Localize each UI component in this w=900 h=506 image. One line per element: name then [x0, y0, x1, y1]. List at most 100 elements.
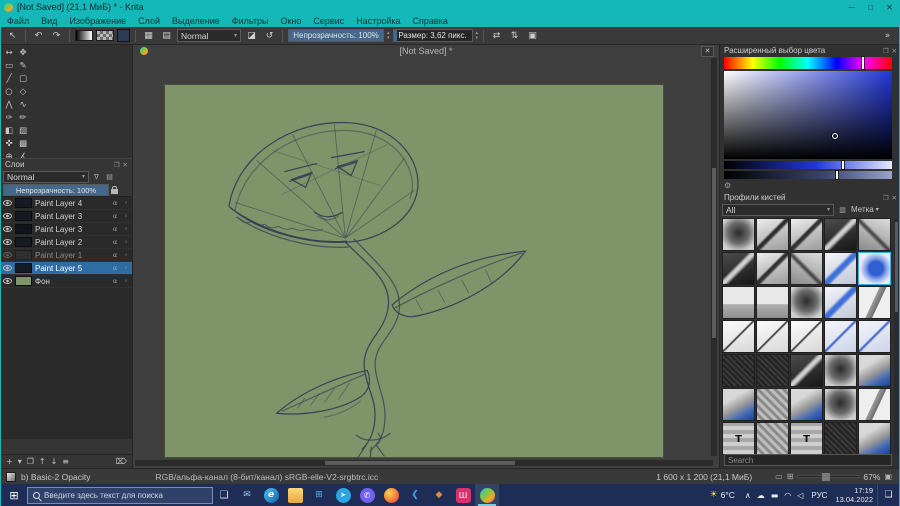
brush-tag-filter-select[interactable]: All ▾	[722, 203, 834, 216]
brush-preset-tile[interactable]	[790, 354, 823, 387]
layer-visibility-eye-icon[interactable]	[3, 226, 12, 232]
current-preset-name[interactable]: b) Basic-2 Opacity	[21, 472, 90, 482]
layer-properties-button[interactable]: ≡	[62, 457, 69, 466]
brush-preset-tile[interactable]	[824, 320, 857, 353]
vertical-scrollbar[interactable]	[711, 58, 717, 456]
ellipse-tool[interactable]: ○	[2, 86, 16, 99]
blending-mode-select[interactable]: Normal ▾	[177, 29, 241, 42]
size-spinner[interactable]: ▴ ▾	[476, 30, 479, 41]
taskbar-explorer-icon[interactable]	[283, 484, 307, 506]
layer-row[interactable]: Paint Layer 3 α ◦	[1, 223, 132, 236]
inherit-alpha-icon[interactable]: α	[111, 264, 119, 272]
menu-item[interactable]: Изображение	[63, 14, 132, 27]
brush-search-input[interactable]	[724, 454, 892, 466]
move-tool[interactable]: ✥	[16, 47, 30, 60]
maximize-button[interactable]: □	[861, 0, 880, 14]
tray-chevron-icon[interactable]: ∧	[745, 491, 751, 500]
fit-page-icon[interactable]: ▭	[775, 472, 783, 481]
brush-preset-tile[interactable]	[824, 388, 857, 421]
brush-preset-tile[interactable]	[824, 286, 857, 319]
menu-item[interactable]: Фильтры	[226, 14, 275, 27]
taskbar-search[interactable]	[27, 486, 213, 504]
brush-settings-icon[interactable]: ▦	[141, 29, 156, 43]
layer-row[interactable]: Paint Layer 3 α ◦	[1, 210, 132, 223]
alpha-lock-icon[interactable]: ◦	[122, 277, 130, 285]
polyline-tool[interactable]: ⋀	[2, 99, 16, 112]
freehand-brush-tool[interactable]: ✎	[16, 60, 30, 73]
layer-visibility-eye-icon[interactable]	[3, 200, 12, 206]
menu-item[interactable]: Окно	[274, 14, 307, 27]
color-sampler-tool[interactable]: ✜	[2, 138, 16, 151]
opacity-spinner[interactable]: ▴ ▾	[387, 30, 390, 41]
alpha-lock-icon[interactable]: ◦	[122, 238, 130, 246]
size-slider[interactable]: Размер: 3,62 пикс.	[392, 29, 473, 42]
duplicate-layer-button[interactable]: ❐	[27, 457, 34, 466]
minimize-button[interactable]: ─	[842, 0, 861, 14]
shade-selector-1[interactable]	[724, 161, 892, 169]
freehand-path-tool[interactable]: ✑	[2, 112, 16, 125]
undo-icon[interactable]: ↶	[31, 29, 46, 43]
brush-preset-tile[interactable]	[722, 354, 755, 387]
brush-preset-tile[interactable]	[824, 252, 857, 285]
inherit-alpha-icon[interactable]: α	[111, 251, 119, 259]
layer-row[interactable]: Paint Layer 1 α ◦	[1, 249, 132, 262]
close-docker-icon[interactable]: ✕	[892, 47, 897, 55]
menu-item[interactable]: Настройка	[350, 14, 406, 27]
layer-visibility-eye-icon[interactable]	[3, 213, 12, 219]
layer-visibility-eye-icon[interactable]	[3, 278, 12, 284]
close-button[interactable]: ✕	[880, 0, 899, 14]
brush-preset-tile[interactable]	[858, 286, 891, 319]
brush-preset-tile[interactable]	[790, 320, 823, 353]
layer-type-arrow[interactable]: ▾	[18, 457, 22, 466]
eraser-toggle-icon[interactable]: ◪	[244, 29, 259, 43]
delete-layer-button[interactable]: ⌦	[116, 457, 127, 466]
menu-item[interactable]: Слой	[132, 14, 166, 27]
alpha-lock-icon[interactable]: ◦	[122, 225, 130, 233]
float-docker-icon[interactable]: ❐	[883, 194, 889, 202]
brush-preset-tile[interactable]	[790, 286, 823, 319]
hue-bar[interactable]	[724, 57, 892, 69]
brush-preset-tile[interactable]	[756, 252, 789, 285]
brush-preset-tile[interactable]	[824, 422, 857, 455]
start-button[interactable]: ⊞	[1, 484, 27, 506]
move-layer-down-button[interactable]: ↓	[51, 457, 58, 466]
line-tool[interactable]: ╱	[2, 73, 16, 86]
zoom-slider[interactable]	[797, 473, 860, 481]
notification-center-icon[interactable]: ❏	[877, 484, 899, 506]
onedrive-icon[interactable]: ☁	[757, 491, 765, 500]
rectangle-tool[interactable]: ▢	[16, 73, 30, 86]
layer-visibility-eye-icon[interactable]	[3, 265, 12, 271]
alpha-lock-icon[interactable]: ◦	[122, 264, 130, 272]
vscroll-thumb[interactable]	[712, 168, 716, 338]
mirror-vertical-icon[interactable]: ⇅	[507, 29, 522, 43]
taskbar-app-pink-icon[interactable]: Ш	[451, 484, 475, 506]
taskbar-vscode-icon[interactable]: ❮	[403, 484, 427, 506]
taskbar-viber-icon[interactable]: ✆	[355, 484, 379, 506]
alpha-lock-icon[interactable]: ◦	[122, 212, 130, 220]
language-indicator[interactable]: РУС	[811, 491, 827, 500]
alpha-lock-icon[interactable]: ◦	[122, 251, 130, 259]
brush-preset-tile[interactable]	[722, 252, 755, 285]
layer-opacity-slider[interactable]: Непрозрачность: 100%	[3, 183, 109, 196]
network-icon[interactable]: ◠	[784, 491, 791, 500]
canvas-only-icon[interactable]: ▣	[884, 472, 892, 481]
mirror-horizontal-icon[interactable]: ⇄	[489, 29, 504, 43]
hscroll-thumb[interactable]	[325, 461, 515, 465]
redo-icon[interactable]: ↷	[49, 29, 64, 43]
inherit-alpha-icon[interactable]: α	[111, 225, 119, 233]
brush-preset-tile[interactable]	[790, 252, 823, 285]
reload-preset-icon[interactable]: ↺	[262, 29, 277, 43]
layer-filter-icon[interactable]: ∇	[91, 173, 102, 181]
wraparound-icon[interactable]: ▣	[525, 29, 540, 43]
crop-tool[interactable]: ▭	[2, 60, 16, 73]
layer-view-icon[interactable]: ▤	[104, 173, 115, 181]
brush-preset-tile[interactable]	[756, 218, 789, 251]
brush-preset-tile[interactable]	[858, 354, 891, 387]
transform-tool[interactable]: ↔	[2, 47, 16, 60]
taskbar-krita-icon[interactable]	[475, 484, 499, 506]
menu-item[interactable]: Выделение	[166, 14, 226, 27]
taskbar-firefox-icon[interactable]	[379, 484, 403, 506]
polygon-tool[interactable]: ◇	[16, 86, 30, 99]
dynamic-brush-tool[interactable]: ✏	[16, 112, 30, 125]
brush-preset-tile[interactable]	[858, 320, 891, 353]
